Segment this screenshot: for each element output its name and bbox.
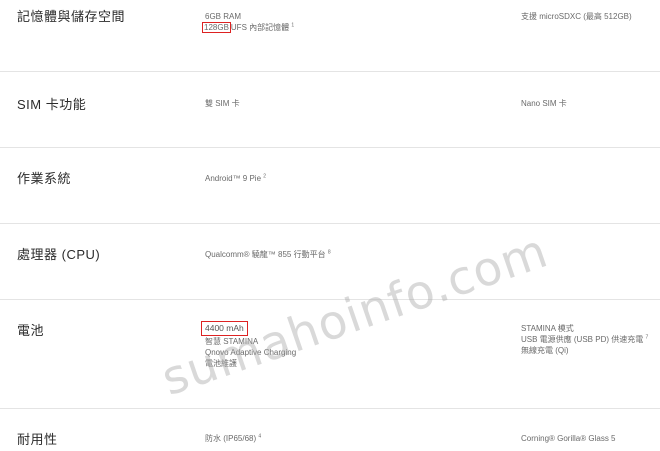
row-divider — [0, 71, 660, 72]
spec-label-durability: 耐用性 — [17, 432, 58, 447]
footnote-4: 4 — [258, 433, 262, 440]
spec-table: 記憶體與儲存空間 6GB RAM 128GB UFS 內部記憶體 1 支援 mic… — [0, 0, 660, 451]
os-text: Android™ 9 Pie — [205, 174, 262, 183]
footnote-8: 8 — [327, 249, 331, 256]
os-version: Android™ 9 Pie 2 — [205, 173, 266, 184]
cpu-text: Qualcomm® 驍龍™ 855 行動平台 — [205, 250, 326, 259]
spec-value-cpu: Qualcomm® 驍龍™ 855 行動平台 8 — [205, 249, 331, 260]
footnote-7: 7 — [645, 334, 649, 341]
spec-label-sim: SIM 卡功能 — [17, 97, 87, 112]
spec-value-durability: 防水 (IP65/68) 4 — [205, 433, 261, 444]
microsd-support: 支援 microSDXC (最高 512GB) — [521, 12, 632, 21]
usb-pd: USB 電源供應 (USB PD) 供速充電 7 — [521, 334, 648, 345]
stamina-mode: STAMINA 模式 — [521, 324, 574, 333]
dual-sim: 雙 SIM 卡 — [205, 99, 240, 108]
row-divider — [0, 408, 660, 409]
ram-value: 6GB RAM — [205, 12, 242, 21]
storage-highlight: 128GB — [202, 22, 231, 33]
spec-extra-durability: Corning® Gorilla® Glass 5 — [521, 433, 616, 444]
spec-value-battery: 4400 mAh 智慧 STAMINA Qnovo Adaptive Charg… — [201, 321, 297, 369]
usb-pd-text: USB 電源供應 (USB PD) 供速充電 — [521, 335, 644, 344]
row-divider — [0, 223, 660, 224]
row-divider — [0, 299, 660, 300]
spec-value-sim: 雙 SIM 卡 — [205, 98, 240, 109]
spec-label-memory: 記憶體與儲存空間 — [17, 9, 126, 24]
battery-capacity-line: 4400 mAh — [201, 321, 296, 336]
qnovo-charging: Qnovo Adaptive Charging — [205, 348, 297, 357]
footnote-2: 2 — [263, 173, 267, 180]
cpu-model: Qualcomm® 驍龍™ 855 行動平台 8 — [205, 249, 331, 260]
wireless-charging: 無線充電 (Qi) — [521, 346, 569, 355]
spec-value-os: Android™ 9 Pie 2 — [205, 173, 266, 184]
gorilla-glass: Corning® Gorilla® Glass 5 — [521, 434, 616, 443]
spec-extra-memory: 支援 microSDXC (最高 512GB) — [521, 11, 632, 22]
spec-label-cpu: 處理器 (CPU) — [17, 247, 101, 262]
storage-value: 128GB UFS 內部記憶體 1 — [202, 22, 295, 33]
spec-label-battery: 電池 — [17, 323, 45, 338]
smart-stamina: 智慧 STAMINA — [205, 337, 259, 346]
storage-desc: UFS 內部記憶體 — [230, 23, 290, 32]
footnote-1: 1 — [291, 22, 295, 29]
spec-extra-sim: Nano SIM 卡 — [521, 98, 567, 109]
spec-label-os: 作業系統 — [17, 171, 72, 186]
battery-capacity-highlight: 4400 mAh — [201, 321, 248, 336]
spec-extra-battery: STAMINA 模式 USB 電源供應 (USB PD) 供速充電 7 無線充電… — [521, 323, 648, 356]
row-divider — [0, 147, 660, 148]
water-text: 防水 (IP65/68) — [205, 434, 257, 443]
water-resistance: 防水 (IP65/68) 4 — [205, 433, 261, 444]
spec-value-memory: 6GB RAM 128GB UFS 內部記憶體 1 — [202, 11, 295, 33]
nano-sim: Nano SIM 卡 — [521, 99, 567, 108]
battery-care: 電池維護 — [205, 359, 237, 368]
